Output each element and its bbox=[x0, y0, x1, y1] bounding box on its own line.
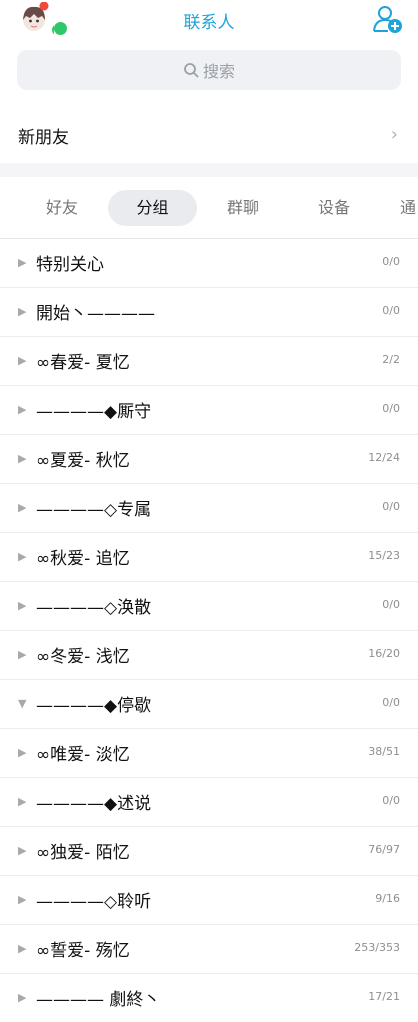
search-input[interactable]: 搜索 bbox=[17, 50, 401, 90]
group-row[interactable]: ▶ ∞誓爱- 殇忆 253/353 bbox=[0, 925, 418, 974]
tab-group-chats[interactable]: 群聊 bbox=[207, 190, 279, 226]
group-row[interactable]: ▶ ∞秋爱- 追忆 15/23 bbox=[0, 533, 418, 582]
search-icon bbox=[184, 63, 199, 78]
expand-arrow-icon: ▶ bbox=[18, 942, 27, 955]
group-row[interactable]: ▶ ———— 劇終丶 17/21 bbox=[0, 974, 418, 1022]
group-name: ∞春爱- 夏忆 bbox=[36, 353, 130, 373]
group-row[interactable]: ▶ ————◇涣散 0/0 bbox=[0, 582, 418, 631]
group-row[interactable]: ▶ 特别关心 0/0 bbox=[0, 239, 418, 288]
page-title: 联系人 bbox=[183, 13, 235, 33]
new-friends-label: 新朋友 bbox=[18, 127, 69, 148]
group-count: 2/2 bbox=[382, 353, 400, 366]
group-name: ———— 劇終丶 bbox=[36, 990, 161, 1010]
group-name: ————◇涣散 bbox=[36, 598, 152, 618]
tab-groups[interactable]: 分组 bbox=[108, 190, 197, 226]
group-count: 0/0 bbox=[382, 402, 400, 415]
group-row[interactable]: ▶ ∞冬爱- 浅忆 16/20 bbox=[0, 631, 418, 680]
expand-arrow-icon: ▶ bbox=[18, 991, 27, 1004]
group-row[interactable]: ▶ ∞唯爱- 淡忆 38/51 bbox=[0, 729, 418, 778]
group-row[interactable]: ▶ 開始丶———— 0/0 bbox=[0, 288, 418, 337]
group-name: 特别关心 bbox=[36, 255, 104, 275]
group-name: 開始丶———— bbox=[36, 304, 155, 324]
group-count: 12/24 bbox=[368, 451, 400, 464]
group-count: 15/23 bbox=[368, 549, 400, 562]
group-count: 0/0 bbox=[382, 598, 400, 611]
expand-arrow-icon: ▶ bbox=[18, 501, 27, 514]
expand-arrow-icon: ▶ bbox=[18, 893, 27, 906]
group-name: ————◆述说 bbox=[36, 794, 152, 814]
group-count: 253/353 bbox=[354, 941, 400, 954]
tab-devices[interactable]: 设备 bbox=[298, 190, 370, 226]
group-list: ▶ 特别关心 0/0 ▶ 開始丶———— 0/0 ▶ ∞春爱- 夏忆 2/2 ▶ ————◆厮… bbox=[0, 239, 418, 1022]
group-name: ∞独爱- 陌忆 bbox=[36, 843, 130, 863]
expand-arrow-icon: ▶ bbox=[18, 305, 27, 318]
expand-arrow-icon: ▶ bbox=[18, 648, 27, 661]
group-count: 76/97 bbox=[368, 843, 400, 856]
group-row[interactable]: ▼ ————◆停歇 0/0 bbox=[0, 680, 418, 729]
group-name: ∞夏爱- 秋忆 bbox=[36, 451, 130, 471]
group-count: 38/51 bbox=[368, 745, 400, 758]
group-name: ∞秋爱- 追忆 bbox=[36, 549, 130, 569]
group-name: ∞冬爱- 浅忆 bbox=[36, 647, 130, 667]
group-count: 0/0 bbox=[382, 255, 400, 268]
group-name: ————◇专属 bbox=[36, 500, 152, 520]
group-count: 9/16 bbox=[375, 892, 400, 905]
group-name: ∞誓爱- 殇忆 bbox=[36, 941, 130, 961]
expand-arrow-icon: ▶ bbox=[18, 795, 27, 808]
group-count: 0/0 bbox=[382, 304, 400, 317]
group-row[interactable]: ▶ ∞夏爱- 秋忆 12/24 bbox=[0, 435, 418, 484]
group-row[interactable]: ▶ ∞春爱- 夏忆 2/2 bbox=[0, 337, 418, 386]
expand-arrow-icon: ▶ bbox=[18, 403, 27, 416]
group-name: ————◆厮守 bbox=[36, 402, 152, 422]
contact-tabs: 好友 分组 群聊 设备 通 bbox=[0, 185, 418, 233]
group-count: 0/0 bbox=[382, 500, 400, 513]
expand-arrow-icon: ▶ bbox=[18, 354, 27, 367]
group-count: 0/0 bbox=[382, 794, 400, 807]
add-contact-icon[interactable] bbox=[372, 4, 404, 34]
group-name: ————◆停歇 bbox=[36, 696, 152, 716]
group-row[interactable]: ▶ ————◆述说 0/0 bbox=[0, 778, 418, 827]
chevron-right-icon: › bbox=[390, 124, 398, 145]
group-count: 16/20 bbox=[368, 647, 400, 660]
expand-arrow-icon: ▶ bbox=[18, 599, 27, 612]
tab-more[interactable]: 通 bbox=[400, 190, 418, 226]
expand-arrow-icon: ▶ bbox=[18, 844, 27, 857]
search-placeholder: 搜索 bbox=[202, 62, 235, 81]
expand-arrow-icon: ▶ bbox=[18, 746, 27, 759]
group-row[interactable]: ▶ ∞独爱- 陌忆 76/97 bbox=[0, 827, 418, 876]
expand-arrow-icon: ▶ bbox=[18, 550, 27, 563]
new-friends-entry[interactable]: 新朋友 › bbox=[0, 110, 418, 160]
group-row[interactable]: ▶ ————◇聆听 9/16 bbox=[0, 876, 418, 925]
group-name: ∞唯爱- 淡忆 bbox=[36, 745, 130, 765]
group-row[interactable]: ▶ ————◆厮守 0/0 bbox=[0, 386, 418, 435]
group-count: 0/0 bbox=[382, 696, 400, 709]
tab-friends[interactable]: 好友 bbox=[26, 190, 98, 226]
expand-arrow-icon: ▶ bbox=[18, 452, 27, 465]
group-row[interactable]: ▶ ————◇专属 0/0 bbox=[0, 484, 418, 533]
header-bar: 联系人 bbox=[0, 0, 418, 40]
expand-arrow-icon: ▶ bbox=[18, 256, 27, 269]
section-separator bbox=[0, 163, 418, 177]
group-count: 17/21 bbox=[368, 990, 400, 1003]
group-name: ————◇聆听 bbox=[36, 892, 152, 912]
collapse-arrow-icon: ▼ bbox=[18, 697, 27, 710]
